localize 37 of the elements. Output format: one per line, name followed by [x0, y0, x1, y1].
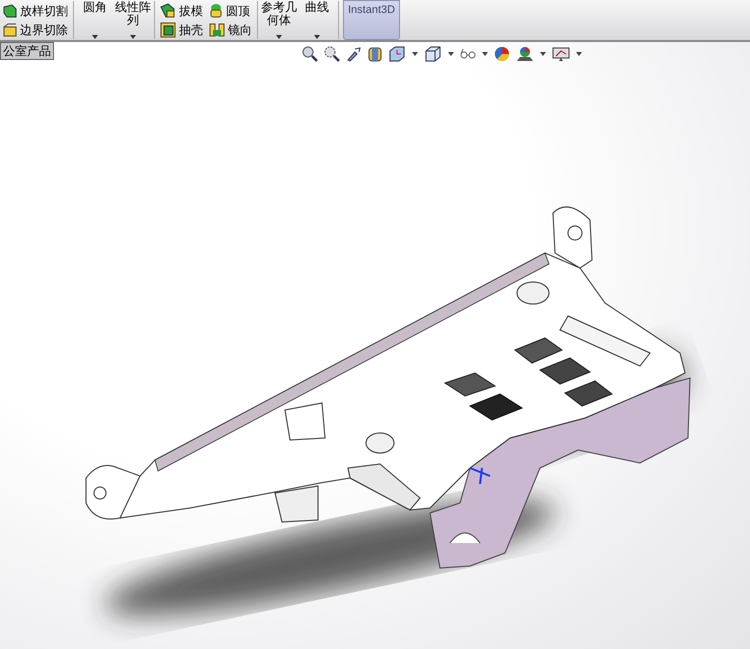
caret-icon[interactable]: [412, 52, 418, 56]
caret-icon[interactable]: [576, 52, 582, 56]
feature-icon: [209, 22, 225, 38]
caret-icon: [314, 35, 320, 39]
dropdown-button[interactable]: 参考几何体: [260, 0, 298, 40]
dropdown-button[interactable]: 线性阵列: [114, 0, 152, 40]
dropdown-button[interactable]: 圆角: [76, 0, 114, 40]
feature-icon: [3, 22, 17, 36]
zoom-icon[interactable]: [324, 46, 340, 62]
caret-icon[interactable]: [482, 52, 488, 56]
command-button[interactable]: 圆顶: [209, 1, 252, 20]
command-button[interactable]: 放样切割: [3, 1, 68, 20]
cube-icon[interactable]: [388, 46, 406, 62]
feature-icon: [3, 4, 17, 18]
glasses-icon[interactable]: [460, 48, 476, 60]
command-button[interactable]: 抽壳: [160, 20, 203, 39]
cylinder-icon[interactable]: [368, 46, 382, 62]
instant3d-button[interactable]: Instant3D: [343, 0, 400, 40]
command-button[interactable]: 拔模: [160, 1, 203, 20]
command-button[interactable]: 边界切除: [3, 20, 68, 39]
dropdown-button[interactable]: 曲线: [298, 0, 336, 40]
scene-icon[interactable]: [516, 46, 534, 62]
feature-icon: [209, 2, 223, 18]
caret-icon: [276, 35, 282, 39]
feature-icon: [160, 2, 176, 18]
color-ball-icon[interactable]: [494, 46, 510, 62]
caret-icon[interactable]: [448, 52, 454, 56]
caret-icon[interactable]: [540, 52, 546, 56]
feature-icon: [160, 22, 176, 38]
command-button[interactable]: 镜向: [209, 20, 252, 39]
pencil-arrow-icon[interactable]: [346, 46, 362, 62]
caret-icon: [92, 35, 98, 39]
monitor-icon[interactable]: [552, 46, 570, 62]
zoom-icon[interactable]: [302, 46, 318, 62]
cube-icon[interactable]: [424, 46, 442, 62]
caret-icon: [130, 35, 136, 39]
document-tab[interactable]: 公室产品: [0, 42, 54, 60]
